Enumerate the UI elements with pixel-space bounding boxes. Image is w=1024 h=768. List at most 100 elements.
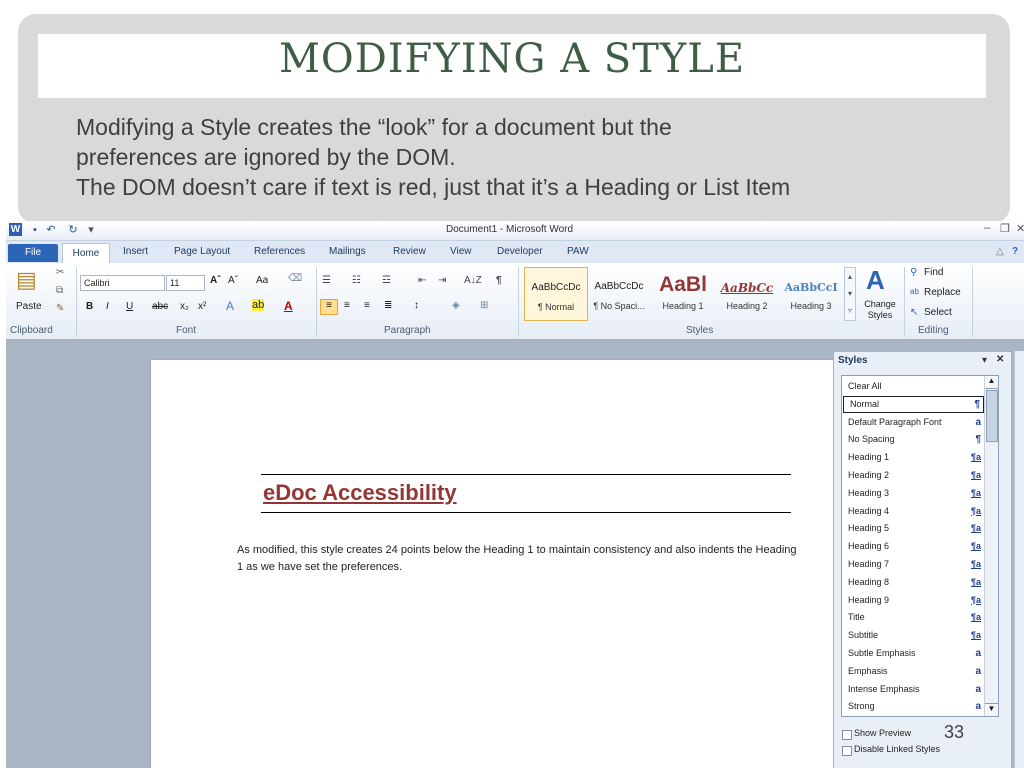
styles-gallery-scroll[interactable]: ▴ ▾ ▿	[844, 267, 856, 321]
replace-icon[interactable]: ab	[910, 287, 919, 296]
tab-page-layout[interactable]: Page Layout	[174, 246, 230, 257]
line-spacing-icon[interactable]: ↕	[414, 300, 419, 311]
style-list-item[interactable]: Heading 2 ¶a	[842, 467, 984, 484]
bullets-icon[interactable]: ☰	[322, 275, 331, 286]
style-tile-no-spacing[interactable]: AaBbCcDc ¶ No Spaci...	[588, 267, 650, 319]
shading-icon[interactable]: ◈	[452, 300, 460, 311]
scroll-thumb[interactable]	[986, 390, 998, 442]
tab-paw[interactable]: PAW	[567, 246, 589, 257]
tab-view[interactable]: View	[450, 246, 472, 257]
replace-button[interactable]: Replace	[924, 287, 961, 298]
style-list-item[interactable]: Clear All	[842, 378, 984, 395]
save-icon[interactable]: ▪	[28, 223, 42, 237]
document-body-text[interactable]: As modified, this style creates 24 point…	[237, 542, 797, 576]
tab-references[interactable]: References	[254, 246, 305, 257]
select-button[interactable]: Select	[924, 307, 952, 318]
copy-icon[interactable]: ⧉	[56, 285, 63, 296]
vertical-scrollbar[interactable]	[1014, 351, 1024, 768]
document-heading[interactable]: eDoc Accessibility	[263, 480, 457, 506]
align-center-icon[interactable]: ≡	[344, 300, 350, 311]
tab-file[interactable]: File	[8, 244, 58, 262]
change-case-button[interactable]: Aa	[256, 275, 268, 286]
tab-review[interactable]: Review	[393, 246, 426, 257]
help-icon[interactable]: ?	[1012, 246, 1018, 257]
minimize-icon[interactable]: –	[984, 222, 990, 234]
scroll-up-icon[interactable]: ▲	[985, 376, 998, 389]
cut-icon[interactable]: ✂	[56, 267, 64, 278]
bold-button[interactable]: B	[86, 301, 93, 312]
find-icon[interactable]: ⚲	[910, 267, 917, 278]
tab-insert[interactable]: Insert	[123, 246, 148, 257]
select-icon[interactable]: ↖	[910, 307, 918, 318]
paste-button[interactable]: Paste	[16, 301, 42, 312]
style-list-item[interactable]: Heading 6 ¶a	[842, 538, 984, 555]
align-left-icon[interactable]: ≡	[320, 299, 338, 315]
style-list-item[interactable]: Subtitle ¶a	[842, 627, 984, 644]
style-list-item[interactable]: Subtle Emphasis a	[842, 645, 984, 662]
style-list-item[interactable]: Heading 7 ¶a	[842, 556, 984, 573]
grow-font-button[interactable]: Aˆ	[210, 275, 221, 286]
undo-icon[interactable]: ↶	[44, 223, 58, 237]
style-tile-normal[interactable]: AaBbCcDc ¶ Normal	[524, 267, 588, 321]
justify-icon[interactable]: ≣	[384, 300, 392, 311]
subscript-button[interactable]: x₂	[180, 301, 189, 312]
change-styles-icon[interactable]: A	[866, 265, 885, 296]
font-size-combo[interactable]: 11	[166, 275, 205, 291]
tab-developer[interactable]: Developer	[497, 246, 543, 257]
increase-indent-icon[interactable]: ⇥	[438, 275, 446, 286]
format-painter-icon[interactable]: ✎	[56, 303, 64, 314]
scroll-down-icon[interactable]: ▼	[985, 703, 998, 716]
redo-icon[interactable]: ↻	[66, 223, 80, 237]
align-right-icon[interactable]: ≡	[364, 300, 370, 311]
style-tile-heading-3[interactable]: AaBbCcI Heading 3	[780, 267, 842, 319]
tab-home[interactable]: Home	[62, 243, 110, 264]
style-tile-heading-2[interactable]: AaBbCc Heading 2	[716, 267, 778, 319]
decrease-indent-icon[interactable]: ⇤	[418, 275, 426, 286]
font-name-combo[interactable]: Calibri	[80, 275, 165, 291]
underline-button[interactable]: U	[126, 301, 133, 312]
style-list-item[interactable]: Heading 4 ¶a	[842, 503, 984, 520]
style-list-item[interactable]: Heading 5 ¶a	[842, 520, 984, 537]
italic-button[interactable]: I	[106, 301, 109, 312]
styles-list[interactable]: Clear All Normal ¶ Default Paragraph Font a N…	[841, 375, 999, 717]
shrink-font-button[interactable]: Aˇ	[228, 275, 238, 286]
show-preview-checkbox[interactable]	[842, 730, 852, 740]
close-pane-icon[interactable]: ✕	[996, 354, 1004, 365]
styles-list-scrollbar[interactable]: ▲ ▼	[984, 376, 998, 716]
style-list-item[interactable]: Heading 1 ¶a	[842, 449, 984, 466]
numbering-icon[interactable]: ☷	[352, 275, 361, 286]
style-list-item[interactable]: Heading 3 ¶a	[842, 485, 984, 502]
change-styles-button[interactable]: Change Styles	[858, 299, 902, 321]
tab-mailings[interactable]: Mailings	[329, 246, 366, 257]
style-tile-heading-1[interactable]: AaBl Heading 1	[652, 267, 714, 319]
style-list-item[interactable]: Intense Emphasis a	[842, 681, 984, 698]
word-logo-icon[interactable]: W	[9, 223, 22, 236]
minimize-ribbon-icon[interactable]: △	[996, 246, 1004, 257]
find-button[interactable]: Find	[924, 267, 943, 278]
pane-options-icon[interactable]: ▾	[982, 355, 987, 366]
style-list-item[interactable]: Default Paragraph Font a	[842, 414, 984, 431]
close-icon[interactable]: ✕	[1016, 222, 1024, 235]
style-list-item[interactable]: Heading 9 ¶a	[842, 592, 984, 609]
text-effects-icon[interactable]: A	[226, 299, 234, 313]
highlight-icon[interactable]: ab	[252, 299, 265, 311]
style-list-item[interactable]: Strong a	[842, 698, 984, 715]
disable-linked-styles-checkbox[interactable]	[842, 746, 852, 756]
style-list-item[interactable]: No Spacing ¶	[842, 431, 984, 448]
style-list-item[interactable]: Emphasis a	[842, 663, 984, 680]
sort-button[interactable]: A↓Z	[464, 275, 482, 286]
style-list-item[interactable]: Heading 8 ¶a	[842, 574, 984, 591]
show-formatting-button[interactable]: ¶	[496, 275, 502, 286]
style-list-item[interactable]: Normal ¶	[843, 395, 984, 413]
font-color-icon[interactable]: A	[284, 299, 293, 313]
borders-icon[interactable]: ⊞	[480, 300, 488, 311]
clear-formatting-icon[interactable]: ⌫	[288, 273, 302, 284]
paste-icon[interactable]: ▤	[16, 267, 37, 293]
document-page[interactable]: eDoc Accessibility As modified, this sty…	[151, 360, 833, 768]
multilevel-list-icon[interactable]: ☲	[382, 275, 391, 286]
restore-icon[interactable]: ❐	[1000, 222, 1010, 235]
style-list-item[interactable]: Title ¶a	[842, 609, 984, 626]
superscript-button[interactable]: x²	[198, 301, 206, 312]
customize-qat-icon[interactable]: ▾	[84, 223, 98, 237]
strikethrough-button[interactable]: abc	[152, 301, 168, 312]
